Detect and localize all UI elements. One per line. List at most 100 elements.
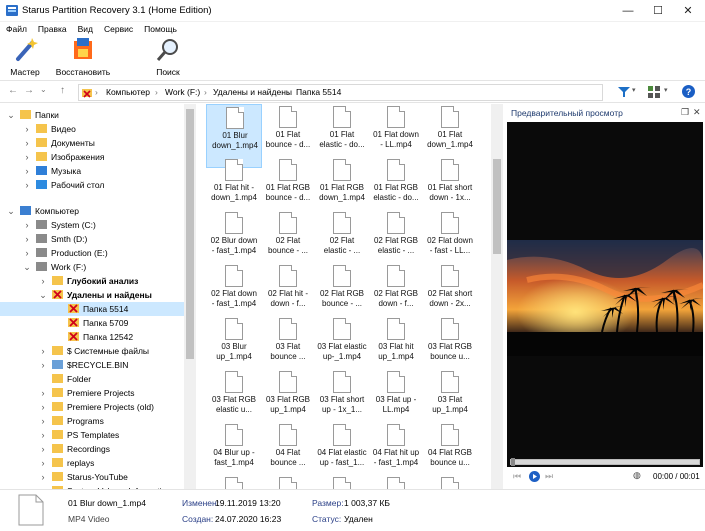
tree-item[interactable]: ⌄ Папки — [0, 108, 184, 122]
menu-file[interactable]: Файл — [6, 22, 27, 37]
tree-item[interactable]: › Музыка — [0, 164, 184, 178]
file-item[interactable] — [422, 475, 478, 489]
file-large-icon — [18, 494, 44, 526]
breadcrumb-item[interactable]: Папка 5514 — [296, 85, 341, 100]
view-mode-icon[interactable] — [648, 86, 660, 98]
menu-view[interactable]: Вид — [78, 22, 93, 37]
play-icon[interactable] — [529, 471, 540, 482]
chevron-right-icon[interactable]: › — [38, 428, 48, 442]
tree-item[interactable]: Папка 5709 — [0, 316, 184, 330]
breadcrumb-item[interactable]: Work (F:) — [165, 85, 200, 100]
file-name: 03 Flat RGB up_1.mp4 — [265, 395, 310, 414]
tree-item[interactable]: › Видео — [0, 122, 184, 136]
filter-icon[interactable] — [618, 86, 630, 98]
preview-close-icon[interactable]: ✕ — [693, 107, 701, 118]
file-scrollbar[interactable] — [491, 104, 503, 489]
file-item[interactable] — [206, 475, 262, 489]
preview-restore-icon[interactable]: ❐ — [681, 107, 689, 118]
chevron-right-icon[interactable]: › — [38, 414, 48, 428]
close-button[interactable]: ✕ — [673, 0, 703, 22]
folder-icon — [52, 444, 63, 453]
tree-item[interactable]: › System (C:) — [0, 218, 184, 232]
time-readout: 00:00 / 00:01 — [653, 472, 700, 481]
tree-item[interactable]: Папка 12542 — [0, 330, 184, 344]
chevron-right-icon[interactable]: › — [22, 218, 32, 232]
chevron-right-icon[interactable]: › — [22, 232, 32, 246]
previous-icon[interactable]: ⏮ — [513, 471, 521, 482]
tree-item[interactable]: › Smth (D:) — [0, 232, 184, 246]
file-icon — [333, 424, 351, 446]
history-chevron-icon[interactable]: ⌄ — [40, 85, 47, 94]
minimize-button[interactable]: — — [613, 0, 643, 22]
created-label: Создан: — [182, 514, 214, 524]
tree-item[interactable]: › Premiere Projects — [0, 386, 184, 400]
tree-item[interactable]: › Premiere Projects (old) — [0, 400, 184, 414]
chevron-right-icon[interactable]: › — [22, 150, 32, 164]
tree-item[interactable]: ⌄ Компьютер — [0, 204, 184, 218]
tree-item[interactable]: › Production (E:) — [0, 246, 184, 260]
chevron-down-icon[interactable]: ⌄ — [22, 260, 32, 274]
maximize-button[interactable]: ☐ — [643, 0, 673, 22]
file-name: 04 Flat elastic up - fast_1... — [317, 448, 367, 467]
file-item[interactable] — [368, 475, 424, 489]
help-icon[interactable]: ? — [682, 85, 695, 98]
tree-item[interactable]: ⌄ Удалены и найдены — [0, 288, 184, 302]
menu-edit[interactable]: Правка — [38, 22, 67, 37]
chevron-right-icon[interactable]: › — [38, 358, 48, 372]
breadcrumb-item[interactable]: Удалены и найдены — [213, 85, 292, 100]
file-name: 02 Flat RGB down - f... — [373, 289, 418, 308]
chevron-right-icon[interactable]: › — [22, 122, 32, 136]
tree-item-label: Документы — [51, 138, 95, 148]
tree-item[interactable]: › Рабочий стол — [0, 178, 184, 192]
wizard-button[interactable]: Мастер — [6, 37, 44, 77]
tree-item-label: Компьютер — [35, 206, 79, 216]
up-arrow-icon[interactable]: ↑ — [60, 85, 65, 96]
tree-item[interactable]: › Recordings — [0, 442, 184, 456]
chevron-down-icon[interactable]: ⌄ — [6, 108, 16, 122]
chevron-right-icon[interactable]: › — [38, 274, 48, 288]
forward-arrow-icon[interactable]: → — [24, 85, 34, 96]
chevron-right-icon[interactable]: › — [38, 470, 48, 484]
restore-button[interactable]: Восстановить — [54, 37, 112, 77]
chevron-down-icon[interactable]: ⌄ — [6, 204, 16, 218]
tree-scrollbar[interactable] — [184, 104, 196, 489]
search-button[interactable]: Поиск — [150, 37, 186, 77]
chevron-right-icon[interactable]: › — [38, 386, 48, 400]
menu-service[interactable]: Сервис — [104, 22, 133, 37]
chevron-right-icon[interactable]: › — [38, 400, 48, 414]
chevron-right-icon[interactable]: › — [38, 344, 48, 358]
chevron-right-icon[interactable]: › — [22, 246, 32, 260]
chevron-down-icon[interactable]: ⌄ — [38, 288, 48, 302]
chevron-right-icon[interactable]: › — [22, 178, 32, 192]
tree-item[interactable]: › Документы — [0, 136, 184, 150]
file-icon — [387, 159, 405, 181]
next-icon[interactable]: ⏭ — [545, 471, 553, 482]
tree-item[interactable]: › Starus-YouTube — [0, 470, 184, 484]
back-arrow-icon[interactable]: ← — [8, 85, 18, 96]
breadcrumb-item[interactable]: Компьютер — [106, 85, 150, 100]
file-name: 01 Flat elastic - do... — [319, 130, 365, 149]
chevron-right-icon[interactable]: › — [38, 456, 48, 470]
tree-item[interactable]: › Глубокий анализ — [0, 274, 184, 288]
tree-item[interactable]: Folder — [0, 372, 184, 386]
chevron-right-icon[interactable]: › — [22, 164, 32, 178]
file-item[interactable] — [260, 475, 316, 489]
file-item[interactable] — [314, 475, 370, 489]
menu-help[interactable]: Помощь — [144, 22, 177, 37]
file-icon — [225, 371, 243, 393]
seek-handle[interactable] — [511, 458, 515, 466]
breadcrumb[interactable]: › Компьютер › Work (F:) › Удалены и найд… — [78, 84, 603, 101]
tree-item[interactable]: ⌄ Work (F:) — [0, 260, 184, 274]
chevron-right-icon[interactable]: › — [22, 136, 32, 150]
tree-item[interactable]: › Изображения — [0, 150, 184, 164]
volume-icon[interactable]: ◍ — [633, 470, 641, 481]
tree-item[interactable]: › $RECYCLE.BIN — [0, 358, 184, 372]
tree-item[interactable]: › Programs — [0, 414, 184, 428]
deleted-folder-icon — [68, 318, 79, 327]
tree-item[interactable]: › replays — [0, 456, 184, 470]
seek-bar[interactable] — [510, 459, 700, 465]
tree-item[interactable]: › $ Системные файлы — [0, 344, 184, 358]
tree-item[interactable]: › PS Templates — [0, 428, 184, 442]
tree-item[interactable]: Папка 5514 — [0, 302, 184, 316]
chevron-right-icon[interactable]: › — [38, 442, 48, 456]
